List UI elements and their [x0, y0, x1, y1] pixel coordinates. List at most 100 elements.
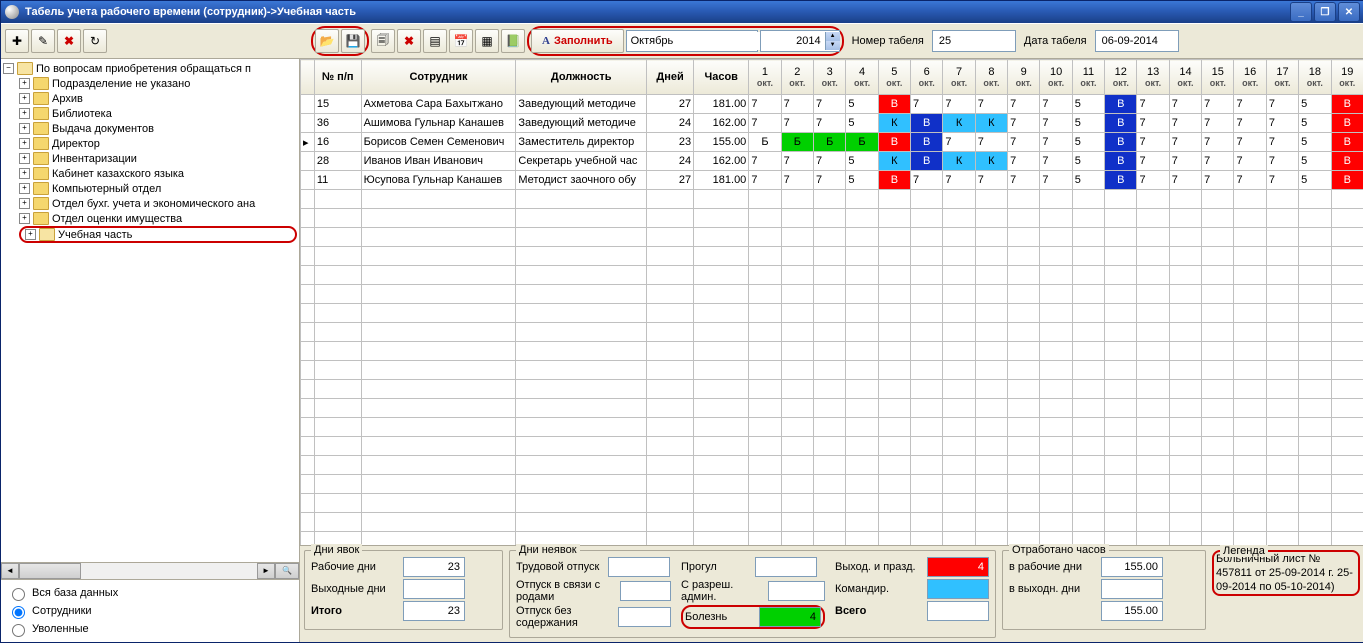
book-button[interactable]: 📗 [501, 29, 525, 53]
expand-icon[interactable]: + [19, 93, 30, 104]
year-spinner[interactable]: ▲▼ [760, 30, 840, 52]
tree-item[interactable]: +Библиотека [19, 106, 297, 121]
fill-controls-highlight: Заполнить ▼ ▲▼ [527, 26, 844, 56]
table-row[interactable] [301, 513, 1363, 532]
month-combo[interactable]: ▼ [626, 30, 758, 52]
add-button[interactable]: ✚ [5, 29, 29, 53]
radio-employees[interactable]: Сотрудники [7, 602, 293, 620]
tree-item[interactable]: +Выдача документов [19, 121, 297, 136]
fill-button[interactable]: Заполнить [531, 29, 624, 53]
edit-button[interactable]: ✎ [31, 29, 55, 53]
table-row[interactable] [301, 399, 1363, 418]
expand-icon[interactable]: + [19, 78, 30, 89]
minimize-button[interactable]: _ [1290, 2, 1312, 22]
expand-icon[interactable]: + [19, 213, 30, 224]
tree-item[interactable]: +Кабинет казахского языка [19, 166, 297, 181]
table-row[interactable] [301, 380, 1363, 399]
table-row[interactable] [301, 418, 1363, 437]
folder-icon [33, 122, 49, 135]
table-row[interactable] [301, 266, 1363, 285]
absence-group: Дни неявок Трудовой отпуск Отпуск в связ… [509, 550, 996, 638]
tabno-label: Номер табеля [846, 35, 930, 47]
open-button[interactable]: 📂 [315, 29, 339, 53]
table-row[interactable] [301, 190, 1363, 209]
app-icon [5, 5, 19, 19]
table-row[interactable]: 36Ашимова Гульнар КанашевЗаведующий мето… [301, 114, 1363, 133]
tree-item[interactable]: +Отдел оценки имущества [19, 211, 297, 226]
expand-icon[interactable]: + [19, 183, 30, 194]
tree-item[interactable]: +Отдел бухг. учета и экономического ана [19, 196, 297, 211]
maximize-button[interactable]: ❐ [1314, 2, 1336, 22]
refresh-button[interactable]: ↻ [83, 29, 107, 53]
expand-icon[interactable]: + [25, 229, 36, 240]
timesheet-grid[interactable]: № п/пСотрудникДолжностьДнейЧасов1окт.2ок… [300, 59, 1363, 545]
table-row[interactable] [301, 304, 1363, 323]
delete-button[interactable]: ✖ [57, 29, 81, 53]
table-row[interactable] [301, 228, 1363, 247]
table-row[interactable] [301, 532, 1363, 546]
table-row[interactable] [301, 475, 1363, 494]
spin-down-icon[interactable]: ▼ [826, 41, 840, 50]
window-titlebar: Табель учета рабочего времени (сотрудник… [1, 1, 1363, 23]
table-row[interactable] [301, 361, 1363, 380]
table-row[interactable] [301, 247, 1363, 266]
table-row[interactable]: ▸16Борисов Семен СеменовичЗаместитель ди… [301, 133, 1363, 152]
tabdate-field[interactable]: 06-09-2014 [1095, 30, 1179, 52]
tree-root[interactable]: − По вопросам приобретения обращаться п [3, 61, 297, 76]
year-input[interactable] [761, 32, 825, 50]
folder-icon [33, 212, 49, 225]
folder-open-icon [17, 62, 33, 75]
folder-icon [33, 197, 49, 210]
save-button[interactable]: 💾 [341, 29, 365, 53]
table-row[interactable] [301, 323, 1363, 342]
table-row[interactable]: 15Ахметова Сара БахытжаноЗаведующий мето… [301, 95, 1363, 114]
table-row[interactable] [301, 456, 1363, 475]
close-button[interactable]: ✕ [1338, 2, 1360, 22]
table-row[interactable] [301, 494, 1363, 513]
tree-item[interactable]: +Компьютерный отдел [19, 181, 297, 196]
table-row[interactable] [301, 437, 1363, 456]
tabno-field[interactable]: 25 [932, 30, 1016, 52]
list-button[interactable]: ▤ [423, 29, 447, 53]
collapse-icon[interactable]: − [3, 63, 14, 74]
calendar-button[interactable]: 📅 [449, 29, 473, 53]
table-row[interactable]: 28Иванов Иван ИвановичСекретарь учебной … [301, 152, 1363, 171]
expand-icon[interactable]: + [19, 153, 30, 164]
expand-icon[interactable]: + [19, 123, 30, 134]
folder-icon [39, 228, 55, 241]
table-row[interactable]: 11Юсупова Гульнар КанашевМетодист заочно… [301, 171, 1363, 190]
expand-icon[interactable]: + [19, 198, 30, 209]
tree-item[interactable]: +Архив [19, 91, 297, 106]
month-input[interactable] [627, 32, 777, 50]
folder-icon [33, 152, 49, 165]
department-tree[interactable]: − По вопросам приобретения обращаться п … [1, 59, 299, 562]
binoculars-icon[interactable]: 🔍 [275, 563, 299, 579]
expand-icon[interactable]: + [19, 138, 30, 149]
worked-hours-group: Отработано часов в рабочие дни155.00 в в… [1002, 550, 1206, 630]
legend-group: Легенда Больничный лист № 457811 от 25-0… [1212, 550, 1360, 596]
table-row[interactable] [301, 342, 1363, 361]
table-row[interactable] [301, 285, 1363, 304]
copy-button[interactable]: 🗐 [371, 29, 395, 53]
clear-button[interactable]: ✖ [397, 29, 421, 53]
folder-icon [33, 92, 49, 105]
tree-hscrollbar[interactable]: ◄► 🔍 [1, 562, 299, 579]
file-buttons-highlight: 📂 💾 [311, 26, 369, 56]
expand-icon[interactable]: + [19, 108, 30, 119]
folder-icon [33, 77, 49, 90]
grid-button[interactable]: ▦ [475, 29, 499, 53]
sickness-highlight: Болезнь4 [681, 605, 825, 629]
spin-up-icon[interactable]: ▲ [826, 32, 840, 41]
attendance-group: Дни явок Рабочие дни23 Выходные дни Итог… [304, 550, 503, 630]
summary-panel: Дни явок Рабочие дни23 Выходные дни Итог… [300, 545, 1363, 642]
expand-icon[interactable]: + [19, 168, 30, 179]
tree-item[interactable]: +Учебная часть [19, 226, 297, 243]
table-row[interactable] [301, 209, 1363, 228]
tree-item[interactable]: +Директор [19, 136, 297, 151]
radio-fired[interactable]: Уволенные [7, 620, 293, 638]
window-title: Табель учета рабочего времени (сотрудник… [25, 6, 356, 18]
sidebar: − По вопросам приобретения обращаться п … [1, 59, 300, 642]
radio-all[interactable]: Вся база данных [7, 584, 293, 602]
tree-item[interactable]: +Инвентаризации [19, 151, 297, 166]
tree-item[interactable]: +Подразделение не указано [19, 76, 297, 91]
